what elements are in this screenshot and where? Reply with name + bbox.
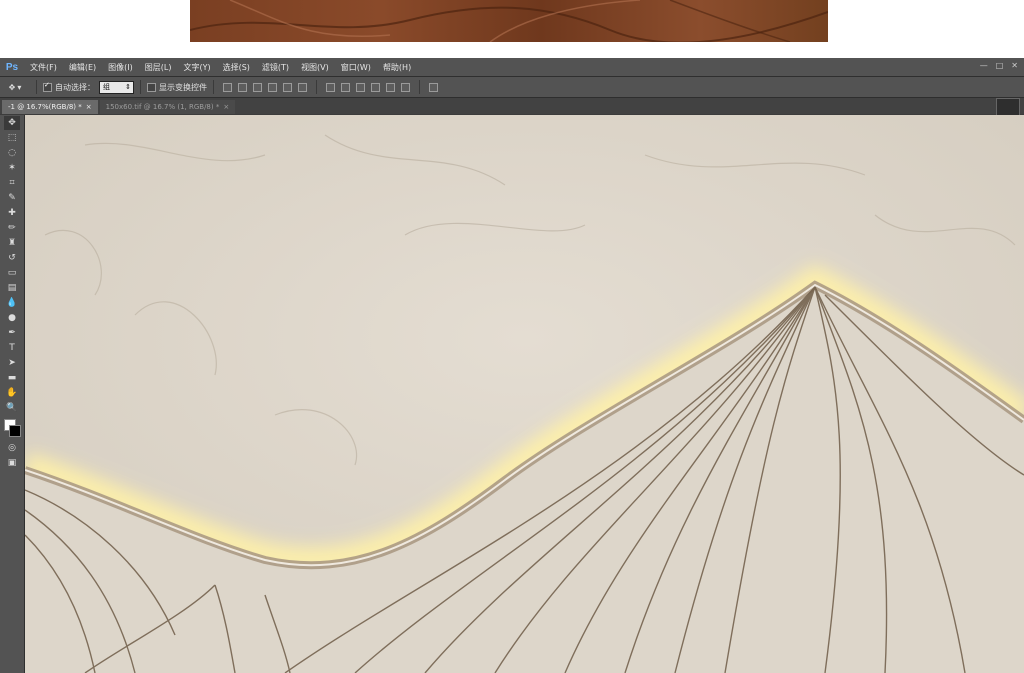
menu-edit[interactable]: 编辑(E) [63, 62, 102, 73]
distribute-left-icon[interactable] [371, 82, 380, 92]
artwork-graphic [25, 115, 1024, 673]
leaf-texture-graphic [190, 0, 828, 42]
separator [36, 80, 37, 94]
tab-document-1[interactable]: -1 @ 16.7%(RGB/8) * × [2, 100, 98, 114]
align-top-icon[interactable] [223, 82, 232, 92]
align-hcenter-icon[interactable] [283, 82, 292, 92]
hand-icon[interactable]: ✋ [4, 386, 20, 400]
menu-file[interactable]: 文件(F) [24, 62, 63, 73]
separator [213, 80, 214, 94]
menu-bar: Ps 文件(F) 编辑(E) 图像(I) 图层(L) 文字(Y) 选择(S) 滤… [0, 58, 1024, 77]
eraser-icon[interactable]: ▭ [4, 266, 20, 280]
separator [140, 80, 141, 94]
color-swatches[interactable] [4, 419, 21, 437]
quick-mask-icon[interactable]: ◎ [4, 441, 20, 455]
maximize-button[interactable]: □ [996, 61, 1004, 70]
tab-label: -1 @ 16.7%(RGB/8) * [8, 103, 82, 111]
window-controls: — □ ✕ [980, 61, 1018, 70]
dodge-icon[interactable]: ● [4, 311, 20, 325]
menu-view[interactable]: 视图(V) [295, 62, 335, 73]
brush-icon[interactable]: ✏ [4, 221, 20, 235]
tool-preset-picker[interactable]: ✥ ▾ [0, 83, 30, 92]
distribute-bottom-icon[interactable] [356, 82, 365, 92]
move-icon[interactable]: ✥ [4, 116, 20, 130]
distribute-top-icon[interactable] [326, 82, 335, 92]
align-left-icon[interactable] [268, 82, 277, 92]
tab-label: 150x60.tif @ 16.7% (1, RGB/8) * [105, 103, 220, 111]
type-icon[interactable]: T [4, 341, 20, 355]
document-tab-bar: -1 @ 16.7%(RGB/8) * × 150x60.tif @ 16.7% … [0, 98, 1024, 114]
blur-icon[interactable]: 💧 [4, 296, 20, 310]
gradient-icon[interactable]: ▤ [4, 281, 20, 295]
document-canvas[interactable] [25, 115, 1024, 673]
options-bar: ✥▾ 自动选择： 组 显示变换控件 [0, 77, 1024, 98]
align-right-icon[interactable] [298, 82, 307, 92]
align-bottom-icon[interactable] [253, 82, 262, 92]
menu-image[interactable]: 图像(I) [102, 62, 139, 73]
tools-panel: ✥ ⬚ ◌ ✶ ⌗ ✎ ✚ ✏ ♜ ↺ ▭ ▤ 💧 ● ✒ T ➤ ▬ ✋ 🔍 ◎ ▣ [0, 115, 25, 673]
separator [419, 80, 420, 94]
photoshop-window: Ps 文件(F) 编辑(E) 图像(I) 图层(L) 文字(Y) 选择(S) 滤… [0, 58, 1024, 673]
background-color-swatch[interactable] [9, 425, 21, 437]
distribute-vcenter-icon[interactable] [341, 82, 350, 92]
separator [316, 80, 317, 94]
menu-filter[interactable]: 滤镜(T) [256, 62, 295, 73]
ps-logo: Ps [5, 61, 19, 73]
auto-select-label: 自动选择： [55, 82, 95, 92]
auto-select-checkbox[interactable] [43, 81, 52, 92]
history-brush-icon[interactable]: ↺ [4, 251, 20, 265]
pen-icon[interactable]: ✒ [4, 326, 20, 340]
close-button[interactable]: ✕ [1011, 61, 1018, 70]
menu-layer[interactable]: 图层(L) [139, 62, 178, 73]
close-icon[interactable]: × [223, 103, 229, 111]
chevron-down-icon: ▾ [17, 82, 22, 92]
tool-list: ✥ ⬚ ◌ ✶ ⌗ ✎ ✚ ✏ ♜ ↺ ▭ ▤ 💧 ● ✒ T ➤ ▬ ✋ 🔍 [0, 116, 24, 415]
menu-select[interactable]: 选择(S) [217, 62, 256, 73]
rectangle-icon[interactable]: ▬ [4, 371, 20, 385]
close-icon[interactable]: × [86, 103, 92, 111]
menu-window[interactable]: 窗口(W) [335, 62, 377, 73]
healing-icon[interactable]: ✚ [4, 206, 20, 220]
align-vcenter-icon[interactable] [238, 82, 247, 92]
path-select-icon[interactable]: ➤ [4, 356, 20, 370]
lasso-icon[interactable]: ◌ [4, 146, 20, 160]
tab-document-2[interactable]: 150x60.tif @ 16.7% (1, RGB/8) * × [99, 100, 236, 114]
stamp-icon[interactable]: ♜ [4, 236, 20, 250]
crop-icon[interactable]: ⌗ [4, 176, 20, 190]
zoom-icon[interactable]: 🔍 [4, 401, 20, 415]
distribute-hcenter-icon[interactable] [386, 82, 395, 92]
auto-select-dropdown[interactable]: 组 [99, 80, 134, 94]
magic-wand-icon[interactable]: ✶ [4, 161, 20, 175]
show-transform-checkbox[interactable] [147, 82, 156, 92]
menu-help[interactable]: 帮助(H) [377, 62, 417, 73]
preview-image-strip [190, 0, 828, 42]
move-icon: ✥ [8, 82, 16, 92]
collapsed-panel-dock[interactable] [996, 98, 1020, 116]
marquee-icon[interactable]: ⬚ [4, 131, 20, 145]
auto-align-icon[interactable] [429, 82, 438, 92]
show-transform-label: 显示变换控件 [159, 82, 207, 92]
minimize-button[interactable]: — [980, 61, 988, 70]
distribute-right-icon[interactable] [401, 82, 410, 92]
screen-mode-icon[interactable]: ▣ [4, 456, 20, 470]
menu-type[interactable]: 文字(Y) [177, 62, 216, 73]
eyedropper-icon[interactable]: ✎ [4, 191, 20, 205]
